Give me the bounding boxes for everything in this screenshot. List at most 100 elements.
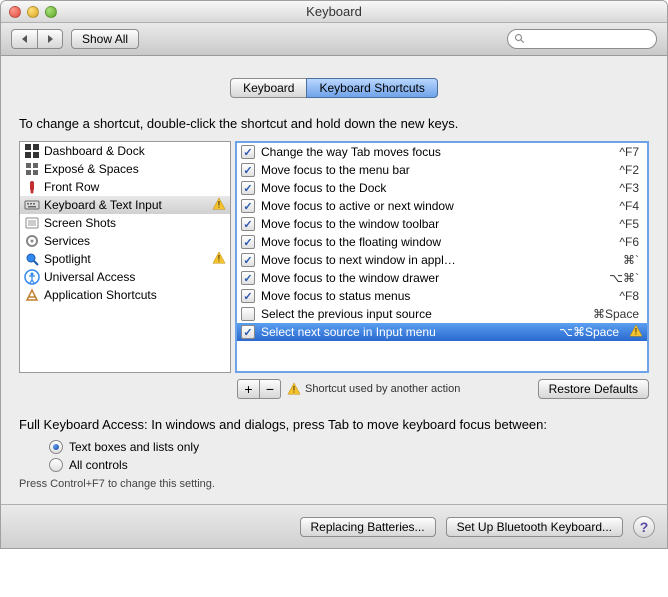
category-label: Universal Access <box>44 270 135 284</box>
shortcut-key[interactable]: ^F7 <box>619 145 643 159</box>
keyboard-icon <box>24 197 40 213</box>
shortcut-checkbox[interactable] <box>241 271 255 285</box>
category-list[interactable]: Dashboard & DockExposé & Spaces Front Row… <box>19 141 231 373</box>
shortcut-row[interactable]: Move focus to the menu bar^F2 <box>237 161 647 179</box>
fka-text-boxes-option[interactable]: Text boxes and lists only <box>49 438 649 456</box>
shortcut-checkbox[interactable] <box>241 199 255 213</box>
category-row[interactable]: Keyboard & Text Input! <box>20 196 230 214</box>
back-button[interactable] <box>11 29 37 49</box>
shortcut-checkbox[interactable] <box>241 253 255 267</box>
shortcut-label: Move focus to next window in appl… <box>261 253 617 267</box>
replacing-batteries-button[interactable]: Replacing Batteries... <box>300 517 436 537</box>
warning-icon: ! <box>287 382 301 396</box>
shortcut-row[interactable]: Move focus to the Dock ^F3 <box>237 179 647 197</box>
shortcut-checkbox[interactable] <box>241 325 255 339</box>
fka-all-controls-option[interactable]: All controls <box>49 456 649 474</box>
shortcut-label: Move focus to active or next window <box>261 199 613 213</box>
category-row[interactable]: Screen Shots <box>20 214 230 232</box>
forward-button[interactable] <box>37 29 63 49</box>
frontrow-icon <box>24 179 40 195</box>
shortcut-row[interactable]: Move focus to the window toolbar ^F5 <box>237 215 647 233</box>
shortcut-row[interactable]: Move focus to status menus ^F8 <box>237 287 647 305</box>
warning-icon: ! <box>212 251 226 265</box>
tab-keyboard-shortcuts[interactable]: Keyboard Shortcuts <box>306 78 437 98</box>
category-label: Front Row <box>44 180 99 194</box>
category-row[interactable]: Services <box>20 232 230 250</box>
category-row[interactable]: Universal Access <box>20 268 230 286</box>
shortcut-checkbox[interactable] <box>241 163 255 177</box>
shortcut-key[interactable]: ^F5 <box>619 217 643 231</box>
spotlight-icon <box>24 251 40 267</box>
category-label: Keyboard & Text Input <box>44 198 162 212</box>
shortcut-checkbox[interactable] <box>241 145 255 159</box>
shortcut-row[interactable]: Move focus to the window drawer ⌥⌘` <box>237 269 647 287</box>
universal-icon <box>24 269 40 285</box>
titlebar: Keyboard <box>1 1 667 23</box>
add-shortcut-button[interactable]: + <box>237 379 259 399</box>
svg-text:!: ! <box>293 385 295 395</box>
tab-keyboard[interactable]: Keyboard <box>230 78 306 98</box>
shortcut-row[interactable]: Select the previous input source⌘Space <box>237 305 647 323</box>
shortcut-label: Move focus to the window drawer <box>261 271 603 285</box>
fka-all-controls-label: All controls <box>69 458 128 472</box>
category-warning: ! <box>212 197 226 214</box>
shortcut-label: Move focus to the Dock <box>261 181 613 195</box>
radio-button-icon <box>49 440 63 454</box>
shortcut-checkbox[interactable] <box>241 235 255 249</box>
svg-text:!: ! <box>635 326 637 336</box>
conflict-warning: ! Shortcut used by another action <box>287 382 460 396</box>
shortcut-checkbox[interactable] <box>241 307 255 321</box>
shortcut-key[interactable]: ⌘` <box>623 253 643 267</box>
traffic-lights <box>9 6 57 18</box>
warning-icon: ! <box>212 197 226 211</box>
show-all-button[interactable]: Show All <box>71 29 139 49</box>
help-button[interactable]: ? <box>633 516 655 538</box>
add-remove-buttons: + − <box>237 379 281 399</box>
shortcut-row[interactable]: Change the way Tab moves focus ^F7 <box>237 143 647 161</box>
shortcut-row[interactable]: Move focus to the floating window^F6 <box>237 233 647 251</box>
restore-defaults-button[interactable]: Restore Defaults <box>538 379 649 399</box>
shortcut-row[interactable]: Move focus to active or next window ^F4 <box>237 197 647 215</box>
shortcut-label: Change the way Tab moves focus <box>261 145 613 159</box>
category-label: Spotlight <box>44 252 91 266</box>
footer: Replacing Batteries... Set Up Bluetooth … <box>1 504 667 548</box>
shortcut-label: Move focus to status menus <box>261 289 613 303</box>
category-row[interactable]: Spotlight! <box>20 250 230 268</box>
shortcut-key[interactable]: ^F2 <box>619 163 643 177</box>
shortcut-row[interactable]: Move focus to next window in appl… ⌘` <box>237 251 647 269</box>
category-row[interactable]: Exposé & Spaces <box>20 160 230 178</box>
shortcut-key[interactable]: ⌥⌘Space <box>559 325 623 339</box>
fka-text-boxes-label: Text boxes and lists only <box>69 440 199 454</box>
apps-icon <box>24 287 40 303</box>
shortcut-label: Move focus to the window toolbar <box>261 217 613 231</box>
shortcut-key[interactable]: ⌘Space <box>593 307 643 321</box>
search-field[interactable] <box>507 29 657 49</box>
minimize-window-button[interactable] <box>27 6 39 18</box>
preferences-window: Keyboard Show All Keyboard Keyboard Shor… <box>0 0 668 549</box>
category-label: Application Shortcuts <box>44 288 157 302</box>
radio-button-icon <box>49 458 63 472</box>
svg-text:!: ! <box>218 199 220 209</box>
shortcut-list[interactable]: Change the way Tab moves focus ^F7 Move fo… <box>235 141 649 373</box>
remove-shortcut-button[interactable]: − <box>259 379 281 399</box>
shortcut-checkbox[interactable] <box>241 289 255 303</box>
setup-bluetooth-button[interactable]: Set Up Bluetooth Keyboard... <box>446 517 623 537</box>
shortcut-label: Select next source in Input menu <box>261 325 553 339</box>
tab-bar: Keyboard Keyboard Shortcuts <box>19 78 649 98</box>
shortcut-key[interactable]: ⌥⌘` <box>609 271 643 285</box>
shortcut-key[interactable]: ^F8 <box>619 289 643 303</box>
close-window-button[interactable] <box>9 6 21 18</box>
category-row[interactable]: Front Row <box>20 178 230 196</box>
category-label: Screen Shots <box>44 216 116 230</box>
category-row[interactable]: Dashboard & Dock <box>20 142 230 160</box>
category-row[interactable]: Application Shortcuts <box>20 286 230 304</box>
full-keyboard-access-options: Text boxes and lists only All controls <box>49 438 649 474</box>
shortcut-checkbox[interactable] <box>241 217 255 231</box>
zoom-window-button[interactable] <box>45 6 57 18</box>
shortcut-key[interactable]: ^F3 <box>619 181 643 195</box>
shortcut-checkbox[interactable] <box>241 181 255 195</box>
dashboard-icon <box>24 143 40 159</box>
shortcut-key[interactable]: ^F6 <box>619 235 643 249</box>
shortcut-key[interactable]: ^F4 <box>619 199 643 213</box>
shortcut-row[interactable]: Select next source in Input menu ⌥⌘Space! <box>237 323 647 341</box>
